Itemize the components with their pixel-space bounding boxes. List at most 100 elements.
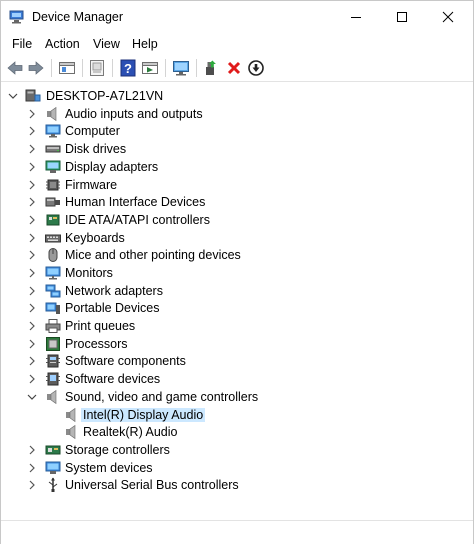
download-driver-button[interactable] (246, 58, 266, 78)
tree-device-row[interactable]: Realtek(R) Audio (3, 423, 471, 441)
tree-category-label: Firmware (65, 178, 118, 192)
tree-category-row[interactable]: Sound, video and game controllers (3, 388, 471, 406)
chevron-right-icon[interactable] (26, 443, 38, 457)
tree-category-row[interactable]: Display adapters (3, 158, 471, 176)
tree-category-row[interactable]: Mice and other pointing devices (3, 246, 471, 264)
speaker-icon (45, 106, 61, 122)
device-tree[interactable]: DESKTOP-A7L21VN Audio inputs and outputs… (3, 83, 471, 519)
tree-category-row[interactable]: Software components (3, 352, 471, 370)
speaker-icon (64, 424, 80, 440)
tree-device-label: Realtek(R) Audio (83, 425, 178, 439)
mouse-icon (45, 247, 61, 263)
disk-drive-icon (45, 141, 61, 157)
tree-category-row[interactable]: System devices (3, 459, 471, 477)
maximize-button[interactable] (379, 1, 425, 33)
update-list-icon (90, 60, 104, 76)
tree-category-label: Audio inputs and outputs (65, 107, 203, 121)
firmware-chip-icon (45, 177, 61, 193)
software-component-icon (45, 353, 61, 369)
tree-category-label: System devices (65, 461, 153, 475)
portable-device-icon (45, 300, 61, 316)
tree-category-row[interactable]: Audio inputs and outputs (3, 105, 471, 123)
chevron-right-icon[interactable] (26, 337, 38, 351)
chevron-down-icon[interactable] (26, 390, 38, 404)
menu-help[interactable]: Help (132, 37, 158, 51)
chevron-right-icon[interactable] (26, 213, 38, 227)
menu-file[interactable]: File (12, 37, 32, 51)
chevron-right-icon[interactable] (26, 354, 38, 368)
tree-category-row[interactable]: Human Interface Devices (3, 193, 471, 211)
chevron-right-icon[interactable] (26, 248, 38, 262)
network-adapter-icon (45, 283, 61, 299)
tree-root[interactable]: DESKTOP-A7L21VN (3, 87, 471, 105)
speaker-icon (64, 407, 80, 423)
menu-action[interactable]: Action (45, 37, 80, 51)
chevron-right-icon[interactable] (26, 266, 38, 280)
maximize-icon (397, 12, 407, 22)
tree-category-row[interactable]: Monitors (3, 264, 471, 282)
tree-category-row[interactable]: Storage controllers (3, 441, 471, 459)
back-button[interactable] (5, 58, 25, 78)
system-device-icon (45, 460, 61, 476)
menu-view[interactable]: View (93, 37, 120, 51)
tree-category-row[interactable]: Software devices (3, 370, 471, 388)
chevron-right-icon[interactable] (26, 461, 38, 475)
tree-category-row[interactable]: Firmware (3, 176, 471, 194)
chevron-down-icon[interactable] (7, 89, 19, 103)
properties-button[interactable] (57, 58, 77, 78)
device-manager-window: Device Manager File Action View Help ? D… (0, 0, 474, 544)
chevron-right-icon[interactable] (26, 124, 38, 138)
tree-category-label: Human Interface Devices (65, 195, 206, 209)
toolbar-separator (196, 59, 197, 77)
minimize-button[interactable] (333, 1, 379, 33)
tree-category-row[interactable]: Network adapters (3, 282, 471, 300)
display-adapter-icon (45, 159, 61, 175)
tree-category-row[interactable]: Computer (3, 122, 471, 140)
chevron-right-icon[interactable] (26, 478, 38, 492)
tree-category-label: IDE ATA/ATAPI controllers (65, 213, 210, 227)
title-bar[interactable]: Device Manager (1, 1, 473, 33)
chevron-right-icon[interactable] (26, 301, 38, 315)
uninstall-button[interactable] (224, 58, 244, 78)
close-button[interactable] (425, 1, 471, 33)
toolbar-separator (165, 59, 166, 77)
chevron-right-icon[interactable] (26, 284, 38, 298)
tree-category-label: Processors (65, 337, 128, 351)
tree-device-row[interactable]: Intel(R) Display Audio (3, 406, 471, 424)
tree-category-row[interactable]: IDE ATA/ATAPI controllers (3, 211, 471, 229)
scan-hardware-button[interactable] (171, 58, 191, 78)
tree-category-row[interactable]: Portable Devices (3, 299, 471, 317)
chevron-right-icon[interactable] (26, 142, 38, 156)
console-view-button[interactable] (140, 58, 160, 78)
toolbar-divider (1, 81, 473, 82)
tree-category-row[interactable]: Processors (3, 335, 471, 353)
forward-arrow-icon (28, 61, 44, 75)
chevron-right-icon[interactable] (26, 178, 38, 192)
monitor-icon (45, 265, 61, 281)
help-button[interactable]: ? (118, 58, 138, 78)
tree-category-row[interactable]: Universal Serial Bus controllers (3, 476, 471, 494)
hid-icon (45, 194, 61, 210)
chevron-right-icon[interactable] (26, 160, 38, 174)
tree-category-row[interactable]: Keyboards (3, 229, 471, 247)
tree-category-row[interactable]: Print queues (3, 317, 471, 335)
properties-icon (59, 62, 75, 74)
help-icon: ? (120, 59, 136, 77)
chevron-right-icon[interactable] (26, 195, 38, 209)
chevron-right-icon[interactable] (26, 231, 38, 245)
monitor-scan-icon (173, 61, 189, 76)
tree-category-label: Keyboards (65, 231, 125, 245)
toolbar-separator (51, 59, 52, 77)
storage-controller-icon (45, 442, 61, 458)
forward-button[interactable] (26, 58, 46, 78)
speaker-icon (45, 389, 61, 405)
chevron-right-icon[interactable] (26, 372, 38, 386)
chevron-right-icon[interactable] (26, 319, 38, 333)
computer-root-icon (25, 88, 41, 104)
update-list-button[interactable] (87, 58, 107, 78)
tree-category-label: Display adapters (65, 160, 159, 174)
tree-category-row[interactable]: Disk drives (3, 140, 471, 158)
chevron-right-icon[interactable] (26, 107, 38, 121)
add-driver-button[interactable] (202, 58, 222, 78)
toolbar: ? (1, 56, 473, 80)
